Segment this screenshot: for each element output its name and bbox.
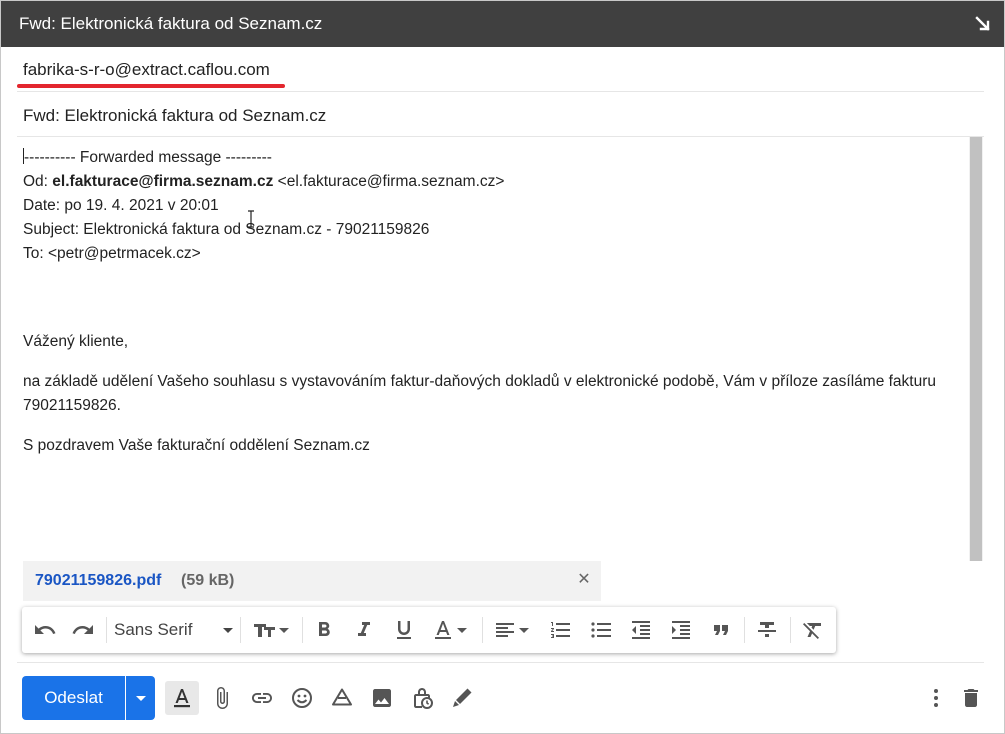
send-button[interactable]: Odeslat: [22, 676, 125, 720]
ibeam-cursor-icon: [247, 210, 255, 228]
formatting-toolbar: Sans Serif: [22, 607, 836, 653]
signature-icon[interactable]: [445, 681, 479, 715]
closing-text: S pozdravem Vaše fakturační oddělení Sez…: [23, 437, 370, 454]
chevron-down-icon: [223, 628, 233, 633]
exit-fullscreen-icon[interactable]: [974, 15, 992, 33]
confidential-mode-icon[interactable]: [405, 681, 439, 715]
bold-icon[interactable]: [310, 615, 338, 645]
forward-from-line: Od: el.fakturace@firma.seznam.cz <el.fak…: [23, 173, 505, 190]
subject-field[interactable]: Fwd: Elektronická faktura od Seznam.cz: [17, 92, 984, 137]
send-options-button[interactable]: [126, 676, 155, 720]
recipients-field[interactable]: fabrika-s-r-o@extract.caflou.com: [17, 47, 984, 92]
recipient-address[interactable]: fabrika-s-r-o@extract.caflou.com: [23, 60, 270, 80]
attachment-chip[interactable]: 79021159826.pdf (59 kB) ✕: [23, 561, 601, 601]
quote-icon[interactable]: [706, 615, 736, 645]
red-underline-annotation: [17, 84, 285, 88]
insert-link-icon[interactable]: [245, 681, 279, 715]
undo-icon[interactable]: [30, 615, 60, 645]
forward-subject-line: Subject: Elektronická faktura od Seznam.…: [23, 221, 430, 238]
toolbar-divider: [790, 617, 791, 643]
indent-more-icon[interactable]: [666, 615, 696, 645]
forward-from-email: <el.fakturace@firma.seznam.cz>: [277, 173, 505, 190]
forward-date-line: Date: po 19. 4. 2021 v 20:01: [23, 197, 219, 214]
body-paragraph: na základě udělení Vašeho souhlasu s vys…: [23, 373, 937, 414]
toolbar-divider: [106, 617, 107, 643]
attachment-size: (59 kB): [181, 572, 235, 589]
font-family-value: Sans Serif: [114, 620, 193, 639]
remove-attachment-icon[interactable]: ✕: [573, 569, 595, 591]
toolbar-divider: [240, 617, 241, 643]
toolbar-divider: [744, 617, 745, 643]
forward-to-line: To: <petr@petrmacek.cz>: [23, 245, 201, 262]
subject-text[interactable]: Fwd: Elektronická faktura od Seznam.cz: [23, 106, 326, 126]
drive-icon[interactable]: [325, 681, 359, 715]
indent-less-icon[interactable]: [626, 615, 656, 645]
bottom-divider: [17, 662, 984, 663]
underline-icon[interactable]: [390, 615, 418, 645]
font-family-select[interactable]: Sans Serif: [114, 615, 234, 645]
redo-icon[interactable]: [68, 615, 98, 645]
attach-file-icon[interactable]: [205, 681, 239, 715]
greeting-text: Vážený kliente,: [23, 333, 129, 350]
more-options-icon[interactable]: [919, 681, 953, 715]
numbered-list-icon[interactable]: [546, 615, 576, 645]
message-body[interactable]: ---------- Forwarded message --------- O…: [23, 146, 963, 458]
emoji-icon[interactable]: [285, 681, 319, 715]
toolbar-divider: [482, 617, 483, 643]
discard-draft-icon[interactable]: [954, 681, 988, 715]
bulleted-list-icon[interactable]: [586, 615, 616, 645]
forward-from-name: el.fakturace@firma.seznam.cz: [52, 173, 274, 190]
remove-formatting-icon[interactable]: [798, 615, 828, 645]
align-icon[interactable]: [490, 615, 536, 645]
compose-titlebar[interactable]: Fwd: Elektronická faktura od Seznam.cz: [1, 1, 1004, 47]
toolbar-divider: [302, 617, 303, 643]
text-size-icon[interactable]: [248, 615, 294, 645]
compose-title: Fwd: Elektronická faktura od Seznam.cz: [19, 14, 323, 33]
chevron-down-icon: [135, 696, 146, 701]
text-color-icon[interactable]: [428, 615, 474, 645]
italic-icon[interactable]: [350, 615, 378, 645]
compose-window: Fwd: Elektronická faktura od Seznam.cz f…: [0, 0, 1005, 734]
body-scrollbar-thumb[interactable]: [970, 137, 982, 561]
strikethrough-icon[interactable]: [752, 615, 782, 645]
formatting-options-icon[interactable]: [165, 681, 199, 715]
insert-photo-icon[interactable]: [365, 681, 399, 715]
forward-header: ---------- Forwarded message ---------: [23, 148, 272, 166]
attachment-name[interactable]: 79021159826.pdf: [35, 572, 161, 590]
